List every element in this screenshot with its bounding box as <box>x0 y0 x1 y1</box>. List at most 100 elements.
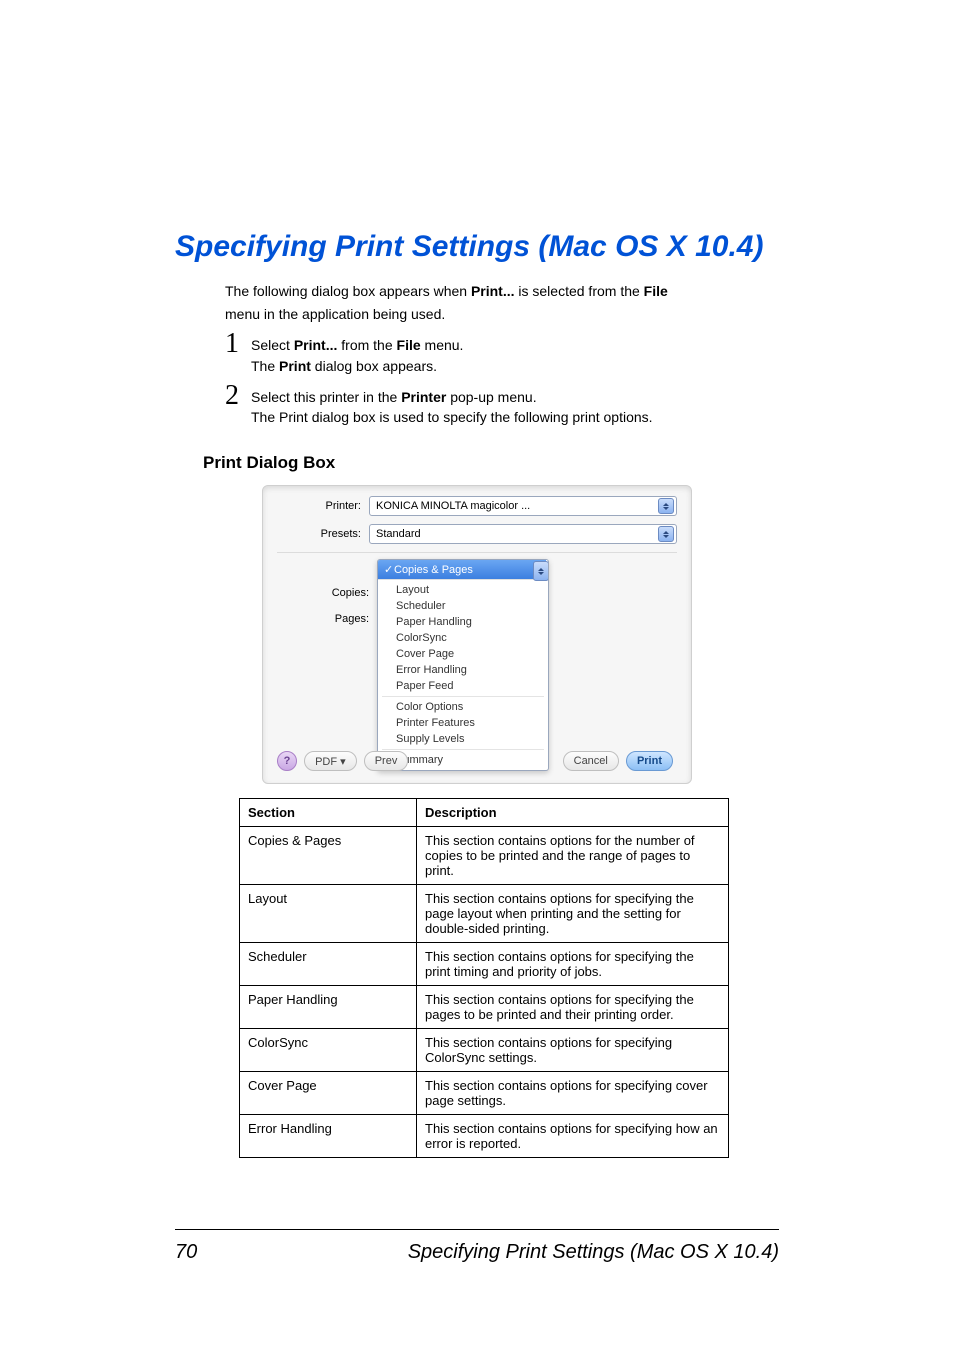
table-row: Error Handling This section contains opt… <box>240 1115 729 1158</box>
dropdown-divider <box>382 696 544 697</box>
cell-section: Cover Page <box>240 1072 417 1115</box>
chevron-updown-icon <box>533 561 549 581</box>
th-section: Section <box>240 799 417 827</box>
cell-section: Copies & Pages <box>240 827 417 885</box>
selected-text: Copies & Pages <box>394 564 473 576</box>
text: menu. <box>421 337 464 353</box>
footer-divider <box>175 1229 779 1230</box>
footer-title: Specifying Print Settings (Mac OS X 10.4… <box>408 1241 779 1264</box>
intro-bold: Print... <box>471 283 515 299</box>
step-body: Select Print... from the File menu. The … <box>251 330 463 378</box>
dropdown-item[interactable]: Color Options <box>378 699 548 715</box>
footer: 70 Specifying Print Settings (Mac OS X 1… <box>175 1241 779 1264</box>
bold: File <box>397 337 421 353</box>
intro-bold: File <box>644 283 668 299</box>
printer-combo[interactable]: KONICA MINOLTA magicolor ... <box>369 496 677 516</box>
pdf-label: PDF ▾ <box>315 755 346 768</box>
table-row: Paper Handling This section contains opt… <box>240 986 729 1029</box>
dropdown-item[interactable]: ColorSync <box>378 630 548 646</box>
chevron-updown-icon <box>658 498 674 514</box>
cell-desc: This section contains options for specif… <box>417 1029 729 1072</box>
footer-right: Cancel Print <box>563 751 677 771</box>
cell-desc: This section contains options for specif… <box>417 986 729 1029</box>
cell-section: Layout <box>240 885 417 943</box>
intro-line2: menu in the application being used. <box>225 305 779 324</box>
dropdown-item[interactable]: Layout <box>378 582 548 598</box>
print-dialog: Printer: KONICA MINOLTA magicolor ... Pr… <box>262 485 692 784</box>
printer-value: KONICA MINOLTA magicolor ... <box>376 500 530 512</box>
steps: 1 Select Print... from the File menu. Th… <box>225 330 779 430</box>
dropdown-item[interactable]: Scheduler <box>378 598 548 614</box>
pages-label: Pages: <box>277 613 369 625</box>
presets-value: Standard <box>376 528 421 540</box>
subheading: Print Dialog Box <box>203 453 779 473</box>
dropdown-item[interactable]: Paper Feed <box>378 678 548 694</box>
footer-left: ? PDF ▾ Prev <box>277 751 412 771</box>
cell-section: Scheduler <box>240 943 417 986</box>
dropdown-selected: ✓Copies & Pages <box>378 560 546 579</box>
table-row: Copies & Pages This section contains opt… <box>240 827 729 885</box>
print-label: Print <box>637 755 662 767</box>
th-description: Description <box>417 799 729 827</box>
printer-row: Printer: KONICA MINOLTA magicolor ... <box>277 496 677 516</box>
step-number: 2 <box>225 382 251 410</box>
cell-desc: This section contains options for specif… <box>417 1115 729 1158</box>
cell-section: Error Handling <box>240 1115 417 1158</box>
text: pop-up menu. <box>446 389 536 405</box>
dropdown-item[interactable]: Cover Page <box>378 646 548 662</box>
printer-label: Printer: <box>277 500 369 512</box>
table-row: Scheduler This section contains options … <box>240 943 729 986</box>
cell-desc: This section contains options for the nu… <box>417 827 729 885</box>
cancel-label: Cancel <box>574 755 608 767</box>
bold: Printer <box>401 389 446 405</box>
intro-segment: is selected from the <box>515 283 644 299</box>
presets-combo[interactable]: Standard <box>369 524 677 544</box>
text: dialog box appears. <box>311 358 437 374</box>
pdf-button[interactable]: PDF ▾ <box>304 751 357 771</box>
step-1: 1 Select Print... from the File menu. Th… <box>225 330 779 378</box>
cell-desc: This section contains options for specif… <box>417 885 729 943</box>
sections-table: Section Description Copies & Pages This … <box>239 798 729 1158</box>
page-number: 70 <box>175 1241 197 1264</box>
cell-desc: This section contains options for specif… <box>417 943 729 986</box>
divider <box>277 552 677 553</box>
section-dropdown[interactable]: ✓Copies & Pages Layout Scheduler Paper H… <box>377 559 549 771</box>
dropdown-item[interactable]: Printer Features <box>378 715 548 731</box>
check-icon: ✓ <box>384 563 394 576</box>
text: from the <box>337 337 396 353</box>
dropdown-item[interactable]: Supply Levels <box>378 731 548 747</box>
page-title: Specifying Print Settings (Mac OS X 10.4… <box>175 230 779 264</box>
presets-row: Presets: Standard <box>277 524 677 544</box>
preview-button[interactable]: Prev <box>364 751 409 771</box>
cell-desc: This section contains options for specif… <box>417 1072 729 1115</box>
text: Select this printer in the <box>251 389 401 405</box>
text: The Print dialog box is used to specify … <box>251 408 653 427</box>
page: Specifying Print Settings (Mac OS X 10.4… <box>0 0 954 1350</box>
dropdown-divider <box>382 749 544 750</box>
table-row: Layout This section contains options for… <box>240 885 729 943</box>
chevron-updown-icon <box>658 526 674 542</box>
intro-text: The following dialog box appears when Pr… <box>225 282 779 324</box>
intro-segment: The following dialog box appears when <box>225 283 471 299</box>
dropdown-item[interactable]: Error Handling <box>378 662 548 678</box>
step-body: Select this printer in the Printer pop-u… <box>251 382 653 430</box>
dialog-body: Copies: Pages: ✓Copies & Pages Layout Sc… <box>277 559 677 771</box>
step-2: 2 Select this printer in the Printer pop… <box>225 382 779 430</box>
cell-section: ColorSync <box>240 1029 417 1072</box>
presets-label: Presets: <box>277 528 369 540</box>
text: Select <box>251 337 294 353</box>
cancel-button[interactable]: Cancel <box>563 751 619 771</box>
table-row: Cover Page This section contains options… <box>240 1072 729 1115</box>
table-row: ColorSync This section contains options … <box>240 1029 729 1072</box>
dropdown-list: Layout Scheduler Paper Handling ColorSyn… <box>378 580 548 770</box>
bold: Print <box>279 358 311 374</box>
cell-section: Paper Handling <box>240 986 417 1029</box>
print-button[interactable]: Print <box>626 751 673 771</box>
help-icon[interactable]: ? <box>277 751 297 771</box>
step-number: 1 <box>225 330 251 358</box>
bold: Print... <box>294 337 338 353</box>
preview-label: Prev <box>375 755 398 767</box>
dropdown-item[interactable]: Paper Handling <box>378 614 548 630</box>
copies-label: Copies: <box>277 587 369 599</box>
dialog-left-labels: Copies: Pages: <box>277 559 377 771</box>
